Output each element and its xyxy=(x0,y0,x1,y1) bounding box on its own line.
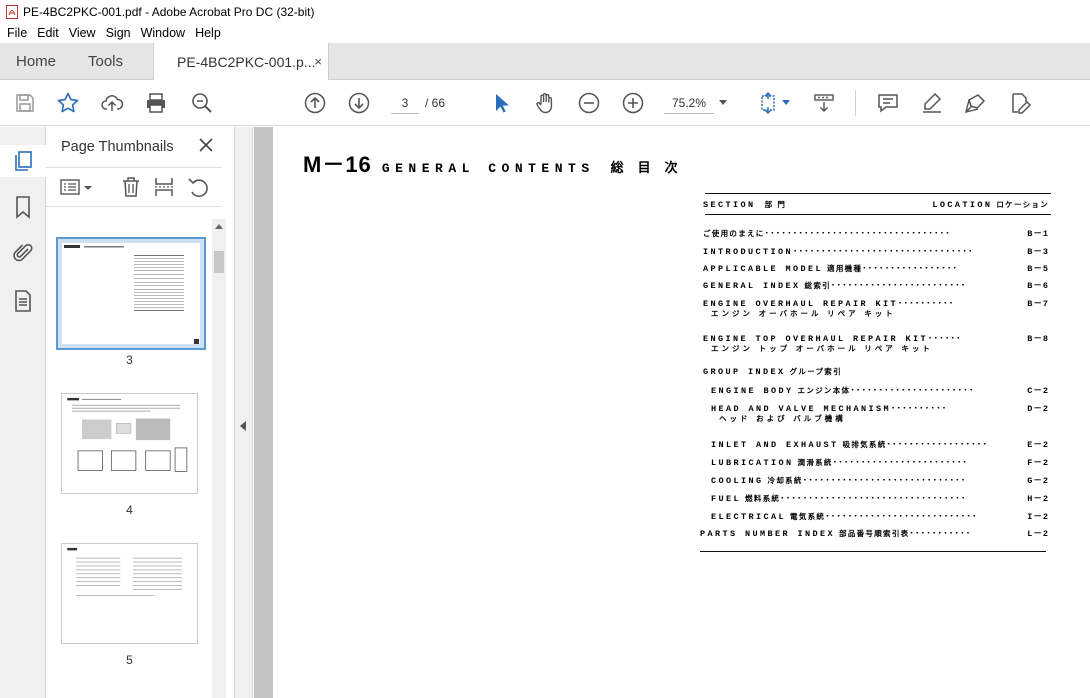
thumbnail-page-image xyxy=(67,397,188,472)
previous-page-icon[interactable] xyxy=(303,91,327,115)
zoom-dropdown-caret-icon[interactable] xyxy=(719,100,727,105)
zoom-in-icon[interactable] xyxy=(621,91,645,115)
navigation-rail xyxy=(0,127,46,698)
window-title: PE-4BC2PKC-001.pdf - Adobe Acrobat Pro D… xyxy=(23,4,315,19)
toc-entry[interactable]: INLET AND EXHAUST 吸排気系統･･････････････････… xyxy=(711,438,1049,452)
attachments-paperclip-icon[interactable] xyxy=(11,241,35,265)
page-heading: M－16 GENERAL CONTENTS 総目次 xyxy=(303,147,692,179)
thumbnail-tools xyxy=(46,167,222,207)
tab-home[interactable]: Home xyxy=(16,43,56,80)
hand-tool-icon[interactable] xyxy=(533,91,557,115)
table-of-contents: SECTION 部 門 LOCATION ロケーション ご使用のまえに･･････… xyxy=(700,193,1053,558)
tab-document[interactable]: PE-4BC2PKC-001.p... × xyxy=(153,43,329,81)
zoom-search-icon[interactable] xyxy=(190,91,214,115)
close-tab-icon[interactable]: × xyxy=(314,54,322,69)
edit-pdf-icon[interactable] xyxy=(1008,91,1032,115)
print-icon[interactable] xyxy=(144,91,168,115)
acrobat-pdf-icon xyxy=(6,4,18,19)
thumbnail-page-image xyxy=(62,243,200,344)
thumbnail-label-5: 5 xyxy=(126,653,133,667)
menu-sign[interactable]: Sign xyxy=(101,26,136,40)
zoom-out-icon[interactable] xyxy=(577,91,601,115)
thumbnails-panel: Page Thumbnails 3 4 5 xyxy=(46,127,235,698)
heading-title-jp: 総目次 xyxy=(610,161,692,176)
pdf-page: M－16 GENERAL CONTENTS 総目次 SECTION 部 門 LO… xyxy=(273,127,1090,698)
menu-view[interactable]: View xyxy=(64,26,101,40)
toc-entry-subtitle: エンジン オーバホール リペア キット xyxy=(711,309,896,318)
toc-top-rule xyxy=(705,193,1051,194)
comment-icon[interactable] xyxy=(876,91,900,115)
toc-entry[interactable]: PARTS NUMBER INDEX 部品番号順索引表･･･････････ L－… xyxy=(700,527,1049,541)
fit-dropdown-caret-icon[interactable] xyxy=(782,100,790,105)
next-page-icon[interactable] xyxy=(347,91,371,115)
fit-page-icon[interactable] xyxy=(757,91,781,115)
toc-header-location: LOCATION xyxy=(932,200,993,210)
document-viewer[interactable]: M－16 GENERAL CONTENTS 総目次 SECTION 部 門 LO… xyxy=(254,127,1090,698)
toc-bottom-rule xyxy=(700,551,1046,552)
title-bar: PE-4BC2PKC-001.pdf - Adobe Acrobat Pro D… xyxy=(0,0,1090,23)
scroll-up-icon[interactable] xyxy=(215,224,223,229)
bookmarks-icon[interactable] xyxy=(11,195,35,219)
toc-entry[interactable]: COOLING 冷却系統･････････････････････････････… xyxy=(711,474,1049,488)
tab-document-label: PE-4BC2PKC-001.p... xyxy=(177,54,316,70)
panel-collapse-strip[interactable] xyxy=(235,127,253,698)
zoom-level-input[interactable] xyxy=(664,92,714,114)
tab-row: Home Tools PE-4BC2PKC-001.p... × xyxy=(0,43,1090,81)
heading-section-number: M－16 xyxy=(303,152,372,177)
thumbnail-options-menu-icon[interactable] xyxy=(60,176,94,198)
thumbnails-panel-title: Page Thumbnails xyxy=(61,139,174,155)
toc-header-location-group: LOCATION ロケーション xyxy=(932,199,1049,210)
toc-entry[interactable]: APPLICABLE MODEL 適用機種･････････････････ B－… xyxy=(703,262,1049,276)
toolbar: / 66 xyxy=(0,80,1090,126)
toc-entry[interactable]: INTRODUCTION････････････････････････････… xyxy=(703,245,1049,259)
thumbnail-page-image xyxy=(67,547,182,596)
page-number-input[interactable] xyxy=(391,92,419,114)
highlight-pen-icon[interactable] xyxy=(920,91,944,115)
close-panel-icon[interactable] xyxy=(198,137,214,153)
thumbnail-page-5[interactable] xyxy=(61,543,198,644)
toc-header-location-jp: ロケーション xyxy=(996,200,1049,209)
bookmark-star-icon[interactable] xyxy=(56,91,80,115)
menu-help[interactable]: Help xyxy=(190,26,226,40)
toc-entry-subtitle: ヘッド および バルブ機構 xyxy=(719,414,846,423)
toc-entry[interactable]: LUBRICATION 潤滑系統････････････････････････ … xyxy=(711,456,1049,470)
select-cursor-icon[interactable] xyxy=(489,91,513,115)
toc-header-section-jp: 部 門 xyxy=(764,200,787,209)
page-count: / 66 xyxy=(425,96,446,110)
sign-pen-icon[interactable] xyxy=(964,91,988,115)
toc-entry-subtitle: エンジン トップ オーバホール リペア キット xyxy=(711,344,933,353)
toc-entry[interactable]: ご使用のまえに･････････････････････････････････… xyxy=(703,227,1049,241)
thumbnail-label-4: 4 xyxy=(126,503,133,517)
menu-file[interactable]: File xyxy=(2,26,32,40)
thumbnail-page-3[interactable] xyxy=(56,237,206,350)
rotate-page-icon[interactable] xyxy=(187,176,209,198)
extract-pages-icon[interactable] xyxy=(153,176,175,198)
delete-page-icon[interactable] xyxy=(120,176,142,198)
cloud-upload-icon[interactable] xyxy=(100,91,124,115)
toc-entry[interactable]: ELECTRICAL 電気系統･･････････････････････････… xyxy=(711,510,1049,524)
toc-entry[interactable]: ENGINE BODY エンジン本体･･････････････････････ … xyxy=(711,384,1049,398)
toc-entry[interactable]: GROUP INDEX グループ索引 xyxy=(703,366,1049,380)
menu-window[interactable]: Window xyxy=(136,26,190,40)
toc-entry[interactable]: GENERAL INDEX 総索引････････････････････････… xyxy=(703,279,1049,293)
scroll-mode-icon[interactable] xyxy=(812,91,836,115)
toc-entry[interactable]: FUEL 燃料系統････････････････････････････････… xyxy=(711,492,1049,506)
thumbnail-page-4[interactable] xyxy=(61,393,198,494)
toolbar-separator xyxy=(855,90,856,116)
menu-edit[interactable]: Edit xyxy=(32,26,64,40)
collapse-left-arrow-icon[interactable] xyxy=(240,421,246,431)
toc-header-rule xyxy=(705,214,1051,215)
scrollbar-thumb[interactable] xyxy=(214,251,224,273)
thumbnail-scrollbar[interactable] xyxy=(212,219,226,698)
page-thumbnails-icon[interactable] xyxy=(11,149,35,173)
menu-bar: File Edit View Sign Window Help xyxy=(0,23,1090,43)
toc-header-row: SECTION 部 門 LOCATION ロケーション xyxy=(703,199,1049,213)
toc-header-section: SECTION xyxy=(703,200,756,210)
heading-title: GENERAL CONTENTS xyxy=(381,161,595,176)
tab-tools[interactable]: Tools xyxy=(88,43,123,80)
save-icon[interactable] xyxy=(13,91,37,115)
thumbnail-label-3: 3 xyxy=(126,353,133,367)
document-properties-icon[interactable] xyxy=(11,289,35,313)
